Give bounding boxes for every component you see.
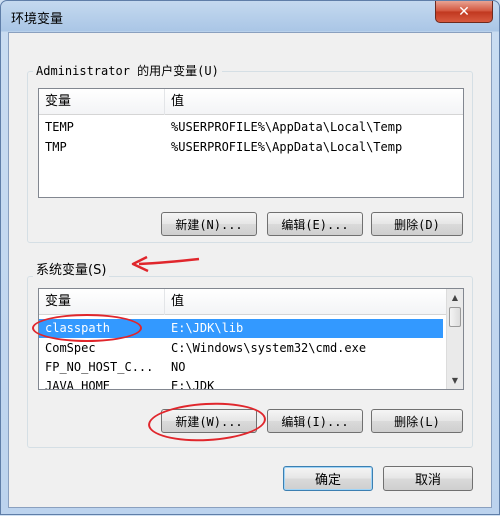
variable-name: TMP <box>45 140 67 154</box>
variable-name: TEMP <box>45 120 74 134</box>
user-variables-list[interactable]: 变量 值 TEMP %USERPROFILE%\AppData\Local\Te… <box>38 88 464 198</box>
variable-name: JAVA_HOME <box>45 379 111 390</box>
user-new-button[interactable]: 新建(N)... <box>161 212 257 236</box>
ok-button[interactable]: 确定 <box>283 466 373 491</box>
close-button[interactable]: ✕ <box>435 1 493 23</box>
column-header-variable[interactable]: 变量 <box>39 89 165 115</box>
column-header-variable[interactable]: 变量 <box>39 289 165 315</box>
variable-name: ComSpec <box>45 341 96 355</box>
environment-variables-window: 环境变量 ✕ Administrator 的用户变量(U) 变量 值 TEMP … <box>0 0 500 515</box>
column-header-value[interactable]: 值 <box>165 89 463 115</box>
variable-value: E:\JDK <box>171 379 215 390</box>
list-item[interactable]: ComSpec C:\Windows\system32\cmd.exe <box>39 339 443 358</box>
system-edit-button[interactable]: 编辑(I)... <box>267 409 363 433</box>
scroll-down-arrow-icon[interactable]: ▼ <box>447 372 463 389</box>
variable-value: E:\JDK\lib <box>171 321 244 335</box>
variable-value: NO <box>171 360 186 374</box>
user-edit-button[interactable]: 编辑(E)... <box>267 212 363 236</box>
system-variables-label: 系统变量(S) <box>33 259 110 278</box>
user-variables-label: Administrator 的用户变量(U) <box>33 62 222 79</box>
vertical-scrollbar[interactable]: ▲ ▼ <box>446 289 463 389</box>
cancel-button[interactable]: 取消 <box>383 466 473 491</box>
close-icon: ✕ <box>458 3 470 20</box>
title-bar[interactable]: 环境变量 ✕ <box>1 1 499 31</box>
scrollbar-thumb[interactable] <box>449 307 461 327</box>
variable-value: C:\Windows\system32\cmd.exe <box>171 341 367 355</box>
system-delete-button[interactable]: 删除(L) <box>371 409 463 433</box>
variable-value: %USERPROFILE%\AppData\Local\Temp <box>171 120 403 134</box>
list-item[interactable]: JAVA_HOME E:\JDK <box>39 377 443 390</box>
window-title: 环境变量 <box>11 12 64 27</box>
user-delete-button[interactable]: 删除(D) <box>371 212 463 236</box>
variable-name: FP_NO_HOST_C... <box>45 360 154 374</box>
list-item[interactable]: TEMP %USERPROFILE%\AppData\Local\Temp <box>39 118 463 137</box>
annotation-circle-classpath <box>32 314 142 342</box>
dialog-client-area: Administrator 的用户变量(U) 变量 值 TEMP %USERPR… <box>8 32 492 508</box>
variable-value: %USERPROFILE%\AppData\Local\Temp <box>171 140 403 154</box>
list-item[interactable]: FP_NO_HOST_C... NO <box>39 358 443 377</box>
system-list-header: 变量 值 <box>39 289 448 315</box>
user-list-header: 变量 值 <box>39 89 463 115</box>
scroll-up-arrow-icon[interactable]: ▲ <box>447 289 463 306</box>
list-item[interactable]: TMP %USERPROFILE%\AppData\Local\Temp <box>39 138 463 157</box>
column-header-value[interactable]: 值 <box>165 289 448 315</box>
